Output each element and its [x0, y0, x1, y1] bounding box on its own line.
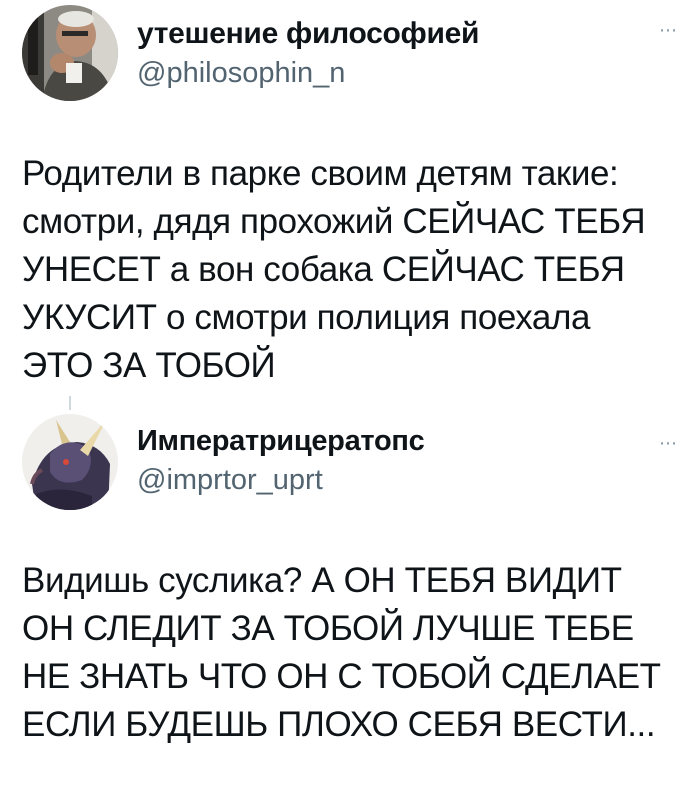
tweet[interactable]: утешение философией @philosophin_n ⋯ Род… — [0, 0, 700, 395]
more-options-icon[interactable]: ⋯ — [659, 20, 678, 41]
avatar-photo — [22, 5, 118, 101]
tweet-text: Видишь суслика? А ОН ТЕБЯ ВИДИТ ОН СЛЕДИ… — [22, 561, 661, 744]
user-handle[interactable]: @imprtor_uprt — [137, 464, 323, 497]
tweet-text: Родители в парке своим детям такие: смот… — [22, 154, 646, 385]
avatar[interactable] — [22, 5, 118, 101]
user-handle[interactable]: @philosophin_n — [137, 57, 345, 90]
avatar[interactable] — [22, 414, 118, 510]
avatar-triceratops — [22, 414, 118, 510]
display-name[interactable]: утешение философией — [137, 17, 479, 51]
more-options-icon[interactable]: ⋯ — [659, 433, 678, 454]
display-name[interactable]: Императрицератопс — [137, 425, 425, 458]
tweet[interactable]: Императрицератопс @imprtor_uprt ⋯ Видишь… — [0, 395, 700, 795]
